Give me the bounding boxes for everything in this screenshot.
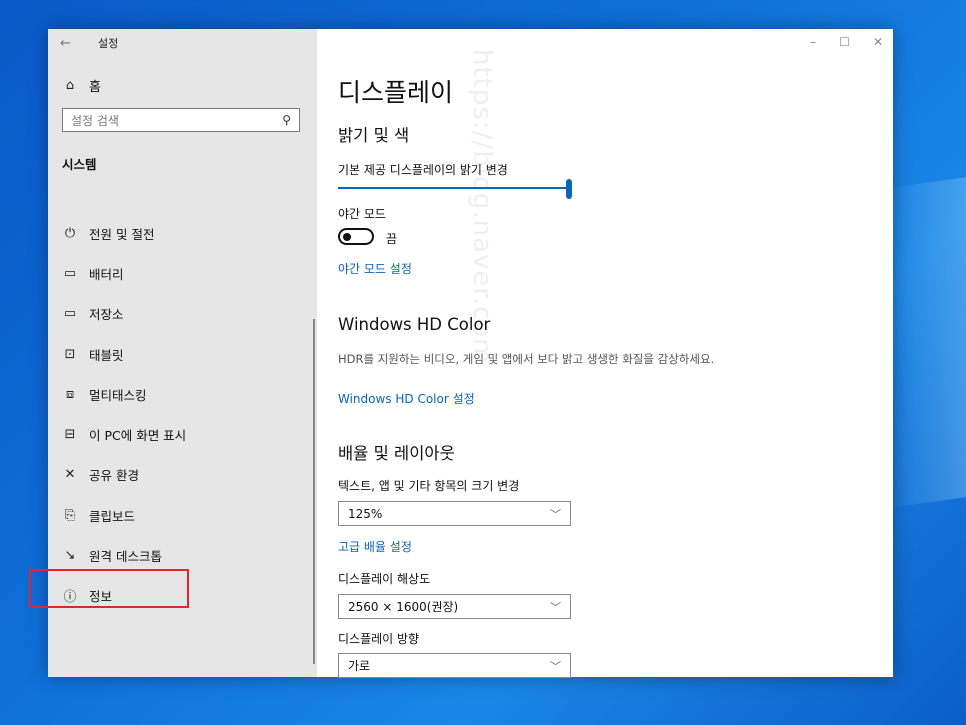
multitasking-icon: ⧈	[65, 386, 75, 402]
power-icon: ⏻	[64, 225, 76, 241]
brightness-slider-track[interactable]	[338, 187, 567, 189]
night-light-toggle[interactable]	[338, 228, 374, 245]
search-icon: ⚲	[282, 113, 291, 127]
scale-dropdown[interactable]: 125% ﹀	[338, 501, 571, 526]
brightness-heading: 밝기 및 색	[338, 126, 410, 145]
window-title: 설정	[98, 37, 119, 50]
sidebar-item-label: 클립보드	[89, 508, 136, 524]
scale-label: 텍스트, 앱 및 기타 항목의 크기 변경	[338, 479, 520, 493]
resolution-dropdown[interactable]: 2560 × 1600(권장) ﹀	[338, 594, 571, 619]
sidebar-item[interactable]: ▭ 저장소	[48, 294, 317, 334]
sidebar-scrollbar[interactable]	[313, 319, 315, 664]
main-pane: – ☐ ✕ https://blog.naver.com 디스플레이 밝기 및 …	[317, 29, 893, 678]
sidebar-item[interactable]: ⎘ 클립보드	[48, 495, 317, 535]
sidebar-item-label: 공유 환경	[89, 468, 139, 484]
nav-list: ⏻ 전원 및 절전 ▭ 배터리 ▭ 저장소 ⊡ 태블릿 ⧈ 멀티태스킹 ⊟ 이 PC에 화면 표시 ✕ 공…	[48, 213, 317, 616]
sidebar-item-label: 멀티태스킹	[89, 387, 147, 403]
storage-icon: ▭	[63, 306, 77, 322]
brightness-label: 기본 제공 디스플레이의 밝기 변경	[338, 163, 508, 177]
sidebar-item-label: 저장소	[89, 307, 124, 323]
resolution-label: 디스플레이 해상도	[338, 572, 431, 586]
chevron-down-icon: ﹀	[550, 600, 561, 614]
advanced-scaling-link[interactable]: 고급 배율 설정	[338, 538, 412, 555]
clipboard-icon: ⎘	[64, 507, 76, 523]
hd-color-settings-link[interactable]: Windows HD Color 설정	[338, 390, 475, 407]
night-light-settings-link[interactable]: 야간 모드 설정	[338, 260, 412, 277]
battery-icon: ▭	[63, 265, 77, 281]
sidebar-item[interactable]: ⧈ 멀티태스킹	[48, 374, 317, 414]
nav-home[interactable]: ⌂ 홈	[48, 74, 317, 96]
night-light-label: 야간 모드	[338, 207, 386, 221]
chevron-down-icon: ﹀	[550, 659, 561, 673]
sidebar-item-label: 전원 및 절전	[89, 226, 155, 242]
tablet-icon: ⊡	[64, 346, 76, 362]
night-light-state: 끔	[386, 232, 398, 246]
sidebar-item-label: 배터리	[89, 266, 124, 282]
scale-value: 125%	[348, 506, 383, 521]
sidebar-item[interactable]: ✕ 공유 환경	[48, 455, 317, 495]
section-title: 시스템	[62, 157, 97, 172]
minimize-icon[interactable]: –	[810, 35, 816, 49]
desktop-light-beam	[886, 171, 966, 509]
chevron-down-icon: ﹀	[550, 507, 561, 521]
highlight-annotation	[29, 569, 189, 608]
sidebar-item[interactable]: ⊡ 태블릿	[48, 334, 317, 374]
project-icon: ⊟	[64, 427, 76, 443]
sidebar-item-label: 태블릿	[89, 347, 124, 363]
sidebar-item[interactable]: ▭ 배터리	[48, 253, 317, 293]
brightness-slider-thumb[interactable]	[566, 179, 572, 199]
maximize-icon[interactable]: ☐	[839, 35, 850, 49]
orientation-value: 가로	[348, 659, 371, 673]
orientation-dropdown[interactable]: 가로 ﹀	[338, 653, 571, 678]
search-input[interactable]: 설정 검색 ⚲	[62, 108, 300, 132]
search-placeholder: 설정 검색	[71, 113, 119, 128]
sidebar-item[interactable]: ⏻ 전원 및 절전	[48, 213, 317, 253]
title-bar: ← 설정	[48, 29, 317, 57]
close-icon[interactable]: ✕	[873, 35, 883, 49]
resolution-value: 2560 × 1600(권장)	[348, 600, 459, 614]
back-arrow-icon[interactable]: ←	[60, 36, 80, 51]
remote-desktop-icon: ↘	[64, 548, 76, 564]
window-controls: – ☐ ✕	[810, 35, 883, 49]
sidebar: ← 설정 ⌂ 홈 설정 검색 ⚲ 시스템 ⏻ 전원 및 절전 ▭ 배터리 ▭ 저장소 ⊡ 태블…	[29, 29, 317, 677]
home-icon: ⌂	[65, 77, 75, 93]
sidebar-item[interactable]: ⊟ 이 PC에 화면 표시	[48, 414, 317, 454]
hd-color-description: HDR를 지원하는 비디오, 게임 및 앱에서 보다 밝고 생생한 화질을 감상…	[338, 352, 715, 366]
sidebar-item-label: 원격 데스크톱	[89, 549, 162, 565]
page-title: 디스플레이	[338, 78, 454, 107]
toggle-knob	[343, 233, 351, 241]
hd-color-heading: Windows HD Color	[338, 315, 491, 334]
nav-home-label: 홈	[89, 79, 101, 95]
scale-layout-heading: 배율 및 레이아웃	[338, 444, 455, 463]
sidebar-item-label: 이 PC에 화면 표시	[89, 428, 187, 444]
orientation-label: 디스플레이 방향	[338, 632, 420, 646]
shared-experiences-icon: ✕	[64, 467, 76, 483]
settings-window: ← 설정 ⌂ 홈 설정 검색 ⚲ 시스템 ⏻ 전원 및 절전 ▭ 배터리 ▭ 저장소 ⊡ 태블…	[29, 29, 893, 678]
